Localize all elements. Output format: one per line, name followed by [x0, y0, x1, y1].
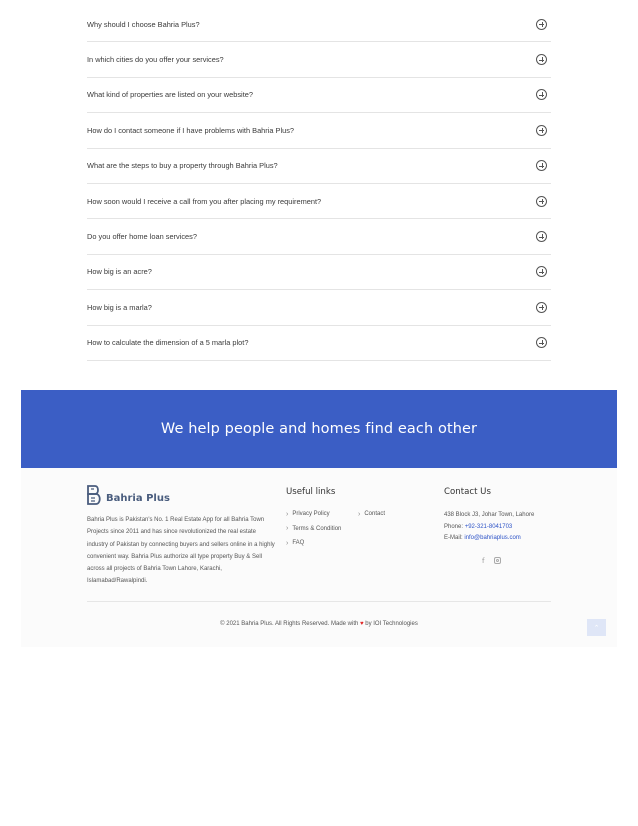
chevron-up-icon: ⌃	[593, 624, 600, 632]
plus-circle-icon[interactable]	[536, 124, 547, 136]
useful-links-col1: › Privacy Policy › Terms & Condition › FAQ	[286, 507, 341, 551]
facebook-icon[interactable]: f	[482, 557, 484, 565]
faq-item[interactable]: In which cities do you offer your servic…	[87, 42, 551, 78]
link-label: Terms & Condition	[292, 525, 342, 532]
faq-item[interactable]: Do you offer home loan services?	[87, 219, 551, 255]
chevron-right-icon: ›	[286, 539, 289, 547]
faq-item[interactable]: Why should I choose Bahria Plus?	[87, 7, 551, 43]
footer: Bahria Plus Bahria Plus is Pakistan's No…	[21, 468, 617, 647]
faq-item[interactable]: What kind of properties are listed on yo…	[87, 78, 551, 114]
link-faq[interactable]: › FAQ	[286, 536, 341, 551]
copyright-text: © 2021 Bahria Plus. All Rights Reserved.…	[220, 621, 359, 627]
brand-logo[interactable]: Bahria Plus	[87, 485, 170, 505]
faq-question: What are the steps to buy a property thr…	[87, 161, 278, 171]
plus-circle-icon[interactable]	[536, 160, 547, 172]
faq-question: Do you offer home loan services?	[87, 232, 197, 242]
useful-links-col2: › Contact	[358, 507, 385, 522]
faq-question: How do I contact someone if I have probl…	[87, 125, 295, 135]
faq-question: What kind of properties are listed on yo…	[87, 90, 253, 100]
phone-label: Phone:	[444, 523, 464, 530]
contact-title: Contact Us	[444, 487, 491, 497]
about-text: Bahria Plus is Pakistan's No. 1 Real Est…	[87, 517, 275, 585]
copyright-credit: by IOI Technologies	[365, 621, 418, 627]
banner-text: We help people and homes find each other	[160, 421, 478, 437]
faq-list: Why should I choose Bahria Plus? In whic…	[87, 7, 551, 361]
heart-icon: ♥	[360, 621, 364, 627]
phone-line: Phone: +92-321-8041703	[444, 522, 534, 534]
faq-question: In which cities do you offer your servic…	[87, 55, 224, 65]
faq-question: How to calculate the dimension of a 5 ma…	[87, 338, 249, 348]
plus-circle-icon[interactable]	[536, 266, 547, 278]
plus-circle-icon[interactable]	[536, 18, 547, 30]
faq-question: How big is an acre?	[87, 267, 152, 277]
faq-item[interactable]: How soon would I receive a call from you…	[87, 184, 551, 220]
email-line: E-Mail: info@bahriaplus.com	[444, 533, 534, 545]
logo-text: Bahria Plus	[106, 492, 170, 504]
faq-item[interactable]: How big is an acre?	[87, 255, 551, 291]
faq-item[interactable]: How to calculate the dimension of a 5 ma…	[87, 326, 551, 361]
faq-item[interactable]: How big is a marla?	[87, 290, 551, 326]
link-label: Privacy Policy	[292, 511, 330, 518]
faq-question: How big is a marla?	[87, 302, 152, 312]
address: 438 Block J3, Johar Town, Lahore	[444, 512, 535, 518]
instagram-icon[interactable]	[494, 557, 502, 564]
back-to-top-button[interactable]: ⌃	[587, 619, 606, 636]
email-label: E-Mail:	[444, 535, 463, 542]
faq-item[interactable]: What are the steps to buy a property thr…	[87, 149, 551, 184]
faq-question: Why should I choose Bahria Plus?	[87, 19, 200, 29]
link-contact[interactable]: › Contact	[358, 507, 385, 522]
plus-circle-icon[interactable]	[536, 231, 547, 243]
plus-circle-icon[interactable]	[536, 54, 547, 66]
copyright: © 2021 Bahria Plus. All Rights Reserved.…	[21, 621, 617, 627]
plus-circle-icon[interactable]	[536, 89, 547, 101]
tagline-banner: We help people and homes find each other	[21, 390, 617, 468]
link-terms[interactable]: › Terms & Condition	[286, 522, 341, 537]
chevron-right-icon: ›	[286, 525, 289, 533]
link-privacy-policy[interactable]: › Privacy Policy	[286, 507, 341, 522]
phone-link[interactable]: +92-321-8041703	[465, 524, 513, 530]
plus-circle-icon[interactable]	[536, 337, 547, 349]
footer-divider	[87, 601, 551, 602]
faq-question: How soon would I receive a call from you…	[87, 196, 322, 206]
contact-info: 438 Block J3, Johar Town, Lahore Phone: …	[444, 510, 534, 545]
bahria-plus-logo-icon	[87, 485, 101, 505]
useful-links-title: Useful links	[286, 487, 336, 497]
social-links: f	[482, 557, 502, 565]
email-link[interactable]: info@bahriaplus.com	[464, 535, 520, 541]
plus-circle-icon[interactable]	[536, 195, 547, 207]
link-label: Contact	[364, 511, 386, 518]
link-label: FAQ	[292, 540, 305, 547]
plus-circle-icon[interactable]	[536, 301, 547, 313]
chevron-right-icon: ›	[286, 510, 289, 518]
chevron-right-icon: ›	[358, 510, 361, 518]
faq-item[interactable]: How do I contact someone if I have probl…	[87, 113, 551, 149]
